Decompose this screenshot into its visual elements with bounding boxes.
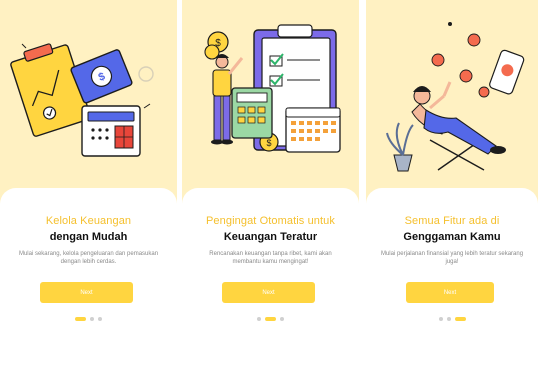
description: Rencanakan keuangan tanpa ribet, kami ak… — [209, 251, 332, 265]
title: dengan Mudah — [49, 231, 128, 243]
page-dot — [98, 317, 102, 321]
page-dot-active — [454, 317, 466, 321]
next-button[interactable]: Next — [40, 282, 133, 303]
page-dot — [438, 317, 443, 321]
title-highlight: Semua Fitur ada di — [404, 215, 500, 227]
page-dot — [446, 317, 451, 321]
onboarding-screen-2: $ $ Pengingat Otomatis untuk Keuangan Te… — [182, 0, 359, 386]
title-highlight: Kelola Keuangan — [45, 215, 132, 227]
page-dot — [280, 317, 284, 321]
relaxing-person-illustration-icon — [386, 22, 525, 172]
next-button[interactable]: Next — [222, 282, 315, 303]
description: Mulai sekarang, kelola pengeluaran dan p… — [18, 251, 159, 265]
next-button[interactable]: Next — [406, 282, 494, 303]
page-indicator — [0, 317, 177, 321]
description: Mulai perjalanan finansial yang lebih te… — [380, 251, 524, 265]
page-indicator — [366, 317, 538, 321]
onboarding-screen-3: Semua Fitur ada di Genggaman Kamu Mulai … — [366, 0, 538, 386]
onboarding-screen-1: $ Kelola Keuangan dengan Mudah Mulai sek… — [0, 0, 177, 386]
title: Genggaman Kamu — [403, 231, 501, 243]
finance-documents-illustration-icon: $ — [10, 43, 154, 157]
onboarding-card: Semua Fitur ada di Genggaman Kamu Mulai … — [366, 188, 538, 386]
title: Keuangan Teratur — [223, 231, 318, 243]
page-dot — [90, 317, 94, 321]
title-highlight: Pengingat Otomatis untuk — [206, 215, 335, 227]
svg-text:$: $ — [266, 138, 271, 148]
checklist-calendar-illustration-icon: $ $ — [204, 24, 341, 153]
page-indicator — [182, 317, 359, 321]
page-dot-active — [265, 317, 276, 321]
onboarding-card: Pengingat Otomatis untuk Keuangan Teratu… — [182, 188, 359, 386]
page-dot-active — [75, 317, 86, 321]
page-dot — [257, 317, 261, 321]
screen-gap — [359, 0, 366, 386]
onboarding-card: Kelola Keuangan dengan Mudah Mulai sekar… — [0, 188, 177, 386]
